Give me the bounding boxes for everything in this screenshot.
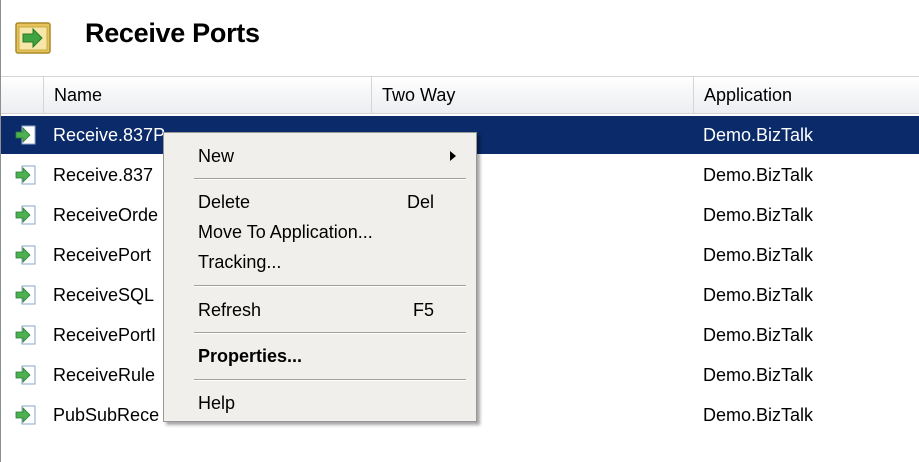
header: Receive Ports [1,0,919,72]
receive-port-icon [15,245,36,265]
menu-item-tracking[interactable]: Tracking... [164,247,476,277]
menu-item-label: Tracking... [198,252,282,272]
column-header-gutter [1,77,43,113]
row-application: Demo.BizTalk [703,325,814,345]
menu-item-shortcut: Del [406,192,434,212]
menu-item-label: Help [198,393,236,413]
menu-item-label: Delete [198,192,251,212]
menu-separator [194,379,466,381]
menu-item-label: Move To Application... [198,222,373,242]
row-application: Demo.BizTalk [703,165,814,185]
receive-port-icon [15,205,36,225]
row-application: Demo.BizTalk [703,125,814,145]
row-application: Demo.BizTalk [703,285,814,305]
context-menu: New Delete Del Move To Application... Tr… [163,132,477,422]
column-header-two-way[interactable]: Two Way [371,77,693,113]
receive-ports-folder-icon [15,22,51,54]
row-name: ReceiveRule [53,365,156,385]
menu-item-label: Properties... [198,346,303,366]
row-application: Demo.BizTalk [703,205,814,225]
receive-port-icon [15,405,36,425]
row-application: Demo.BizTalk [703,365,814,385]
menu-separator [194,332,466,334]
receive-ports-window: Receive Ports Name Two Way Application R… [0,0,919,462]
row-name: Receive.837P [53,125,166,145]
menu-separator [194,285,466,287]
column-header-application[interactable]: Application [693,77,919,113]
row-name: PubSubRece [53,405,160,425]
menu-item-delete[interactable]: Delete Del [164,187,476,217]
column-header-name[interactable]: Name [43,77,371,113]
menu-item-label: Refresh [198,300,262,320]
row-name: ReceivePort [53,245,152,265]
row-name: Receive.837 [53,165,154,185]
receive-port-icon [15,165,36,185]
menu-item-refresh[interactable]: Refresh F5 [164,295,476,325]
menu-separator [194,178,466,180]
page-title: Receive Ports [85,18,260,48]
menu-item-help[interactable]: Help [164,388,476,418]
receive-port-icon [15,285,36,305]
row-name: ReceiveSQL [53,285,155,305]
row-name: ReceivePortI [53,325,157,345]
menu-item-new[interactable]: New [164,141,476,171]
receive-port-icon [15,365,36,385]
menu-item-properties[interactable]: Properties... [164,341,476,371]
row-application: Demo.BizTalk [703,245,814,265]
column-header-row: Name Two Way Application [1,76,919,114]
menu-item-label: New [198,146,235,166]
row-name: ReceiveOrde [53,205,159,225]
row-application: Demo.BizTalk [703,405,814,425]
menu-item-move-to-application[interactable]: Move To Application... [164,217,476,247]
receive-port-icon [15,125,36,145]
receive-port-icon [15,325,36,345]
submenu-arrow-icon [450,151,456,161]
menu-item-shortcut: F5 [412,300,434,320]
